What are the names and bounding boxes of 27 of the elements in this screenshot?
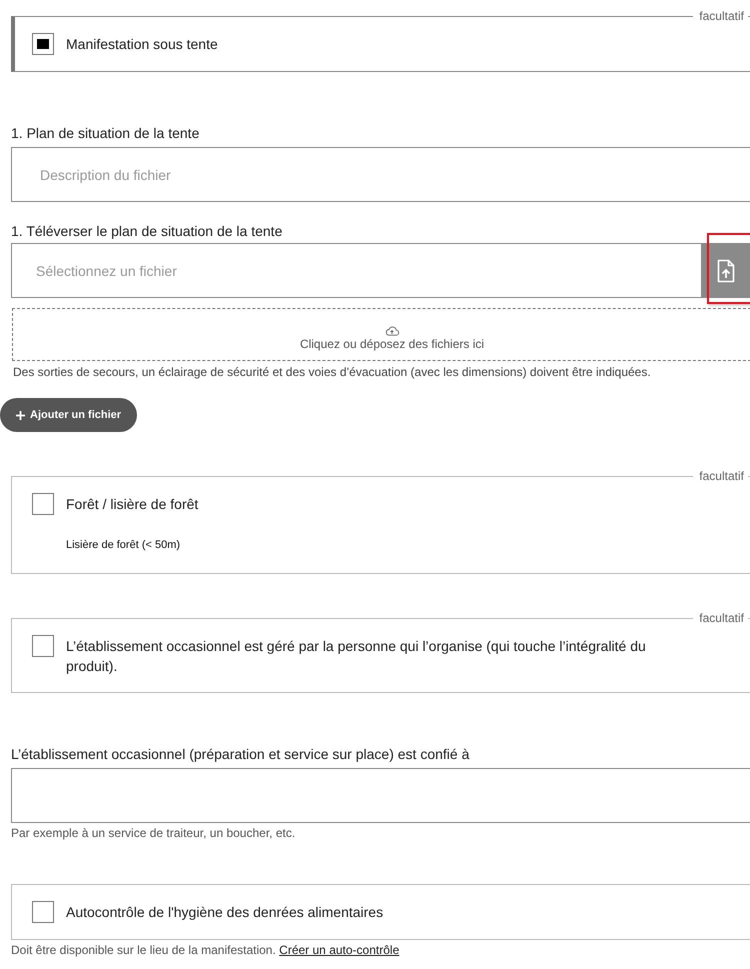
optional-label: facultatif (693, 9, 748, 23)
input-field[interactable] (11, 768, 750, 823)
checkbox-label: L’établissement occasionnel est géré par la personne qui l’organise (qui touche l’intégralité du produit). (66, 637, 647, 676)
field-label: L’établissement occasionnel (préparation et service sur place) est confié à (11, 745, 470, 763)
hint-text: Des sorties de secours, un éclairage de sécurité et des voies d’évacuation (avec les dimensions) doivent être indiquées. (13, 365, 652, 379)
checkbox-label: Manifestation sous tente (66, 35, 218, 54)
checkbox[interactable] (32, 33, 54, 55)
cloud-upload-icon (385, 326, 399, 336)
create-link[interactable]: Créer un auto-contrôle (279, 943, 400, 957)
file-upload-icon (717, 258, 735, 282)
field-label: 1. Téléverser le plan de situation de la tente (11, 222, 284, 240)
dropzone[interactable]: Cliquez ou déposez des fichiers ici (12, 308, 750, 361)
optional-label: facultatif (693, 611, 748, 625)
input-field[interactable]: Description du fichier (11, 147, 750, 202)
checkbox-label: Forêt / lisière de forêt (66, 495, 198, 514)
checkbox[interactable] (32, 493, 54, 515)
optional-label: facultatif (693, 469, 748, 483)
checkbox[interactable] (32, 901, 54, 923)
note-text: Lisière de forêt (< 50m) (66, 539, 182, 551)
add-file-button[interactable]: Ajouter un fichier (0, 398, 138, 432)
upload-button[interactable] (701, 243, 750, 298)
field-label: 1. Plan de situation de la tente (11, 124, 200, 142)
plus-icon (16, 410, 25, 420)
hint-text: Par exemple à un service de traiteur, un boucher, etc. (11, 826, 296, 840)
checkbox[interactable] (32, 635, 54, 657)
checkbox-label: Autocontrôle de l'hygiène des denrées alimentaires (66, 903, 384, 922)
hint-text: Doit être disponible sur le lieu de la manifestation. Créer un auto-contrôle (11, 943, 400, 957)
